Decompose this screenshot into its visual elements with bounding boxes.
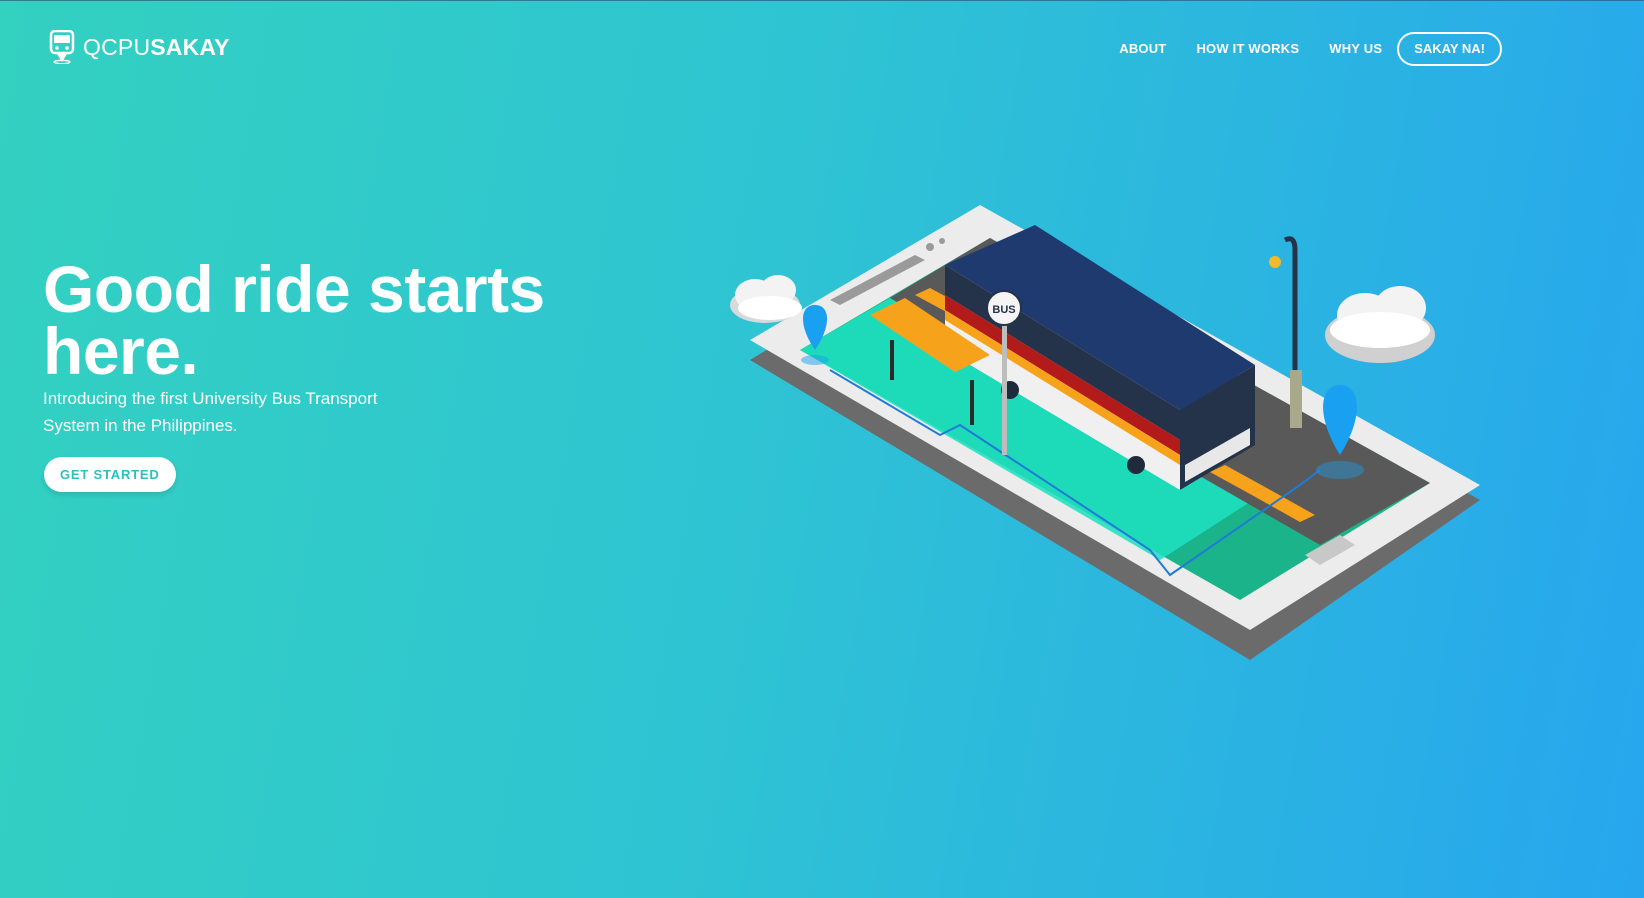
brand-name: QCPUSAKAY bbox=[83, 33, 230, 60]
isometric-phone-bus-illustration: BUS bbox=[730, 205, 1480, 660]
pin-shadow bbox=[801, 355, 829, 365]
hero-title-line2: here. bbox=[43, 314, 199, 388]
bus-sign-pole bbox=[1002, 310, 1007, 455]
bus-wheel bbox=[1127, 456, 1145, 474]
lamp-base bbox=[1290, 370, 1302, 428]
nav-about[interactable]: ABOUT bbox=[1119, 32, 1166, 66]
phone-sensor bbox=[939, 238, 945, 244]
bench-leg bbox=[970, 380, 974, 425]
nav-links: ABOUT HOW IT WORKS WHY US SAKAY NA! bbox=[1089, 32, 1502, 66]
cloud-icon bbox=[730, 275, 802, 323]
bus-icon bbox=[49, 30, 75, 64]
get-started-button[interactable]: GET STARTED bbox=[44, 457, 176, 492]
nav-how-it-works[interactable]: HOW IT WORKS bbox=[1196, 32, 1299, 66]
brand-logo[interactable]: QCPUSAKAY bbox=[49, 30, 230, 64]
navbar: QCPUSAKAY ABOUT HOW IT WORKS WHY US SAKA… bbox=[0, 0, 1644, 98]
nav-why-us[interactable]: WHY US bbox=[1329, 32, 1382, 66]
brand-name-bold: SAKAY bbox=[150, 33, 230, 60]
hero-title: Good ride starts here. bbox=[43, 256, 643, 384]
phone-camera bbox=[926, 243, 934, 251]
cloud-icon bbox=[1325, 286, 1435, 363]
sakay-na-button[interactable]: SAKAY NA! bbox=[1397, 32, 1502, 66]
hero-subtitle-line1: Introducing the first University Bus Tra… bbox=[43, 389, 378, 408]
hero-subtitle-line2: System in the Philippines. bbox=[43, 416, 238, 435]
pin-shadow bbox=[1316, 461, 1364, 479]
lamp-light bbox=[1269, 256, 1281, 268]
brand-name-light: QCPU bbox=[83, 33, 151, 60]
bus-sign-label: BUS bbox=[992, 304, 1015, 316]
hero-subtitle: Introducing the first University Bus Tra… bbox=[43, 385, 423, 439]
bench-leg bbox=[890, 340, 894, 380]
